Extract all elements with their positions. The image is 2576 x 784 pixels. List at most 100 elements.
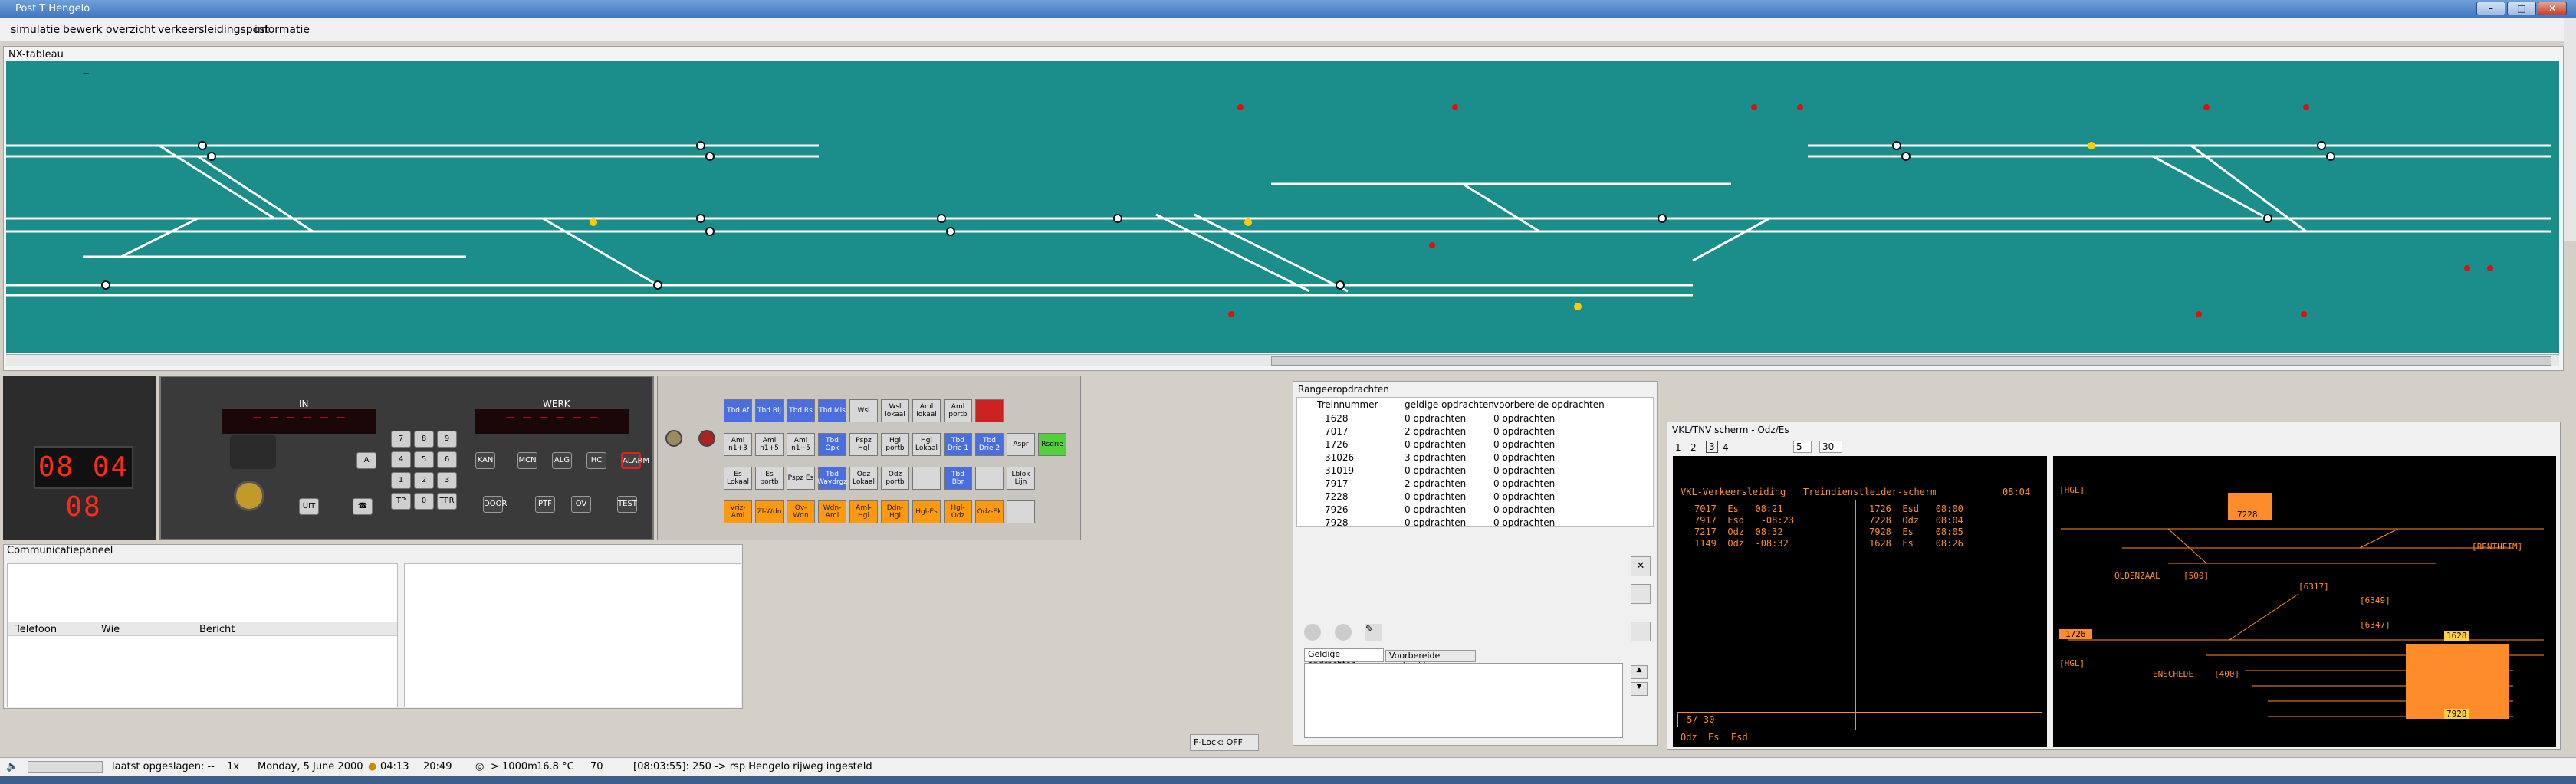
test-button[interactable]: TEST: [617, 496, 637, 513]
table-row[interactable]: 1726 0 opdrachten 0 opdrachten: [1297, 439, 1642, 452]
close-icon[interactable]: ✕: [1631, 556, 1651, 576]
command-button[interactable]: Aml-Hgl: [849, 500, 878, 523]
command-button[interactable]: Aml lokaal: [912, 399, 941, 422]
term-input[interactable]: +5/-30: [1677, 712, 2042, 727]
command-button[interactable]: Vriz-Aml: [724, 500, 752, 523]
up-arrow-icon[interactable]: ▲: [1631, 665, 1648, 679]
menu-verkeersleidingspost[interactable]: verkeersleidingspost: [158, 24, 269, 36]
track-diagram[interactable]: —: [6, 61, 2559, 353]
hc-button[interactable]: HC: [586, 452, 606, 469]
tnv-tab-4[interactable]: 4: [1723, 442, 1729, 453]
tab-voorbereide[interactable]: Voorbereide opdrachten: [1385, 650, 1476, 671]
command-button[interactable]: Aml n1+5: [755, 433, 784, 456]
tnv-tab-3[interactable]: 3: [1706, 441, 1718, 453]
key-2[interactable]: 2: [414, 472, 434, 489]
table-row[interactable]: 7926 0 opdrachten 0 opdrachten: [1297, 504, 1642, 517]
comm-message-list[interactable]: Telefoon Wie Bericht: [7, 563, 398, 707]
command-button[interactable]: Odz-Ek: [975, 500, 1004, 523]
speaker-icon[interactable]: 🔈: [6, 761, 18, 773]
edit-icon[interactable]: ✎: [1365, 624, 1382, 641]
command-button[interactable]: Hgl-Es: [912, 500, 941, 523]
command-button[interactable]: Zl-Wdn: [755, 500, 784, 523]
table-row[interactable]: 1628 0 opdrachten 0 opdrachten: [1297, 413, 1642, 426]
key-tpr[interactable]: TPR: [437, 493, 457, 510]
command-button[interactable]: Aml n1+5: [787, 433, 815, 456]
command-button[interactable]: Aspr: [1007, 433, 1035, 456]
command-button[interactable]: Ov-Wdn: [787, 500, 815, 523]
tnv-spin-2[interactable]: 30: [1819, 441, 1842, 453]
command-button[interactable]: Tbd Drie 2: [975, 433, 1004, 456]
menu-informatie[interactable]: informatie: [255, 24, 310, 36]
command-button[interactable]: [912, 467, 941, 490]
command-button[interactable]: Wsl lokaal: [881, 399, 909, 422]
key-5[interactable]: 5: [414, 451, 434, 468]
key-3[interactable]: 3: [437, 472, 457, 489]
command-button[interactable]: Tbd Rs: [787, 399, 815, 422]
key-7[interactable]: 7: [391, 431, 411, 448]
command-button[interactable]: Es Lokaal: [724, 467, 752, 490]
add-icon[interactable]: [1304, 624, 1321, 641]
handset-button[interactable]: ☎: [353, 498, 373, 515]
track-board[interactable]: —: [6, 61, 2559, 353]
down-arrow-icon[interactable]: ▼: [1631, 682, 1648, 696]
a-button[interactable]: A: [356, 452, 376, 469]
alarm-button[interactable]: ALARM: [621, 452, 649, 469]
command-button[interactable]: Aml portb: [944, 399, 972, 422]
key-tp[interactable]: TP: [391, 493, 411, 510]
key-9[interactable]: 9: [437, 431, 457, 448]
scrollbar-thumb[interactable]: [1271, 356, 2551, 366]
map-train-7928[interactable]: 7928: [2444, 709, 2469, 719]
command-button[interactable]: Ddn-Hgl: [881, 500, 909, 523]
tnv-tab-1[interactable]: 1: [1675, 442, 1681, 453]
table-row[interactable]: 7928 0 opdrachten 0 opdrachten: [1297, 517, 1642, 530]
board-horizontal-scrollbar[interactable]: [6, 354, 2559, 366]
menu-simulatie[interactable]: simulatie: [11, 24, 60, 36]
command-button[interactable]: Rsdrie: [1038, 433, 1066, 456]
map-train-1628[interactable]: 1628: [2444, 631, 2469, 641]
table-row[interactable]: 31019 0 opdrachten 0 opdrachten: [1297, 465, 1642, 478]
menu-bewerk[interactable]: bewerk: [63, 24, 102, 36]
tnv-map[interactable]: [HGL] [BENTHEIM] OLDENZAAL [500] [HGL] E…: [2053, 456, 2556, 747]
minimize-button[interactable]: –: [2476, 2, 2505, 15]
volume-knob[interactable]: [234, 481, 264, 511]
tnv-terminal[interactable]: VKL-Verkeersleiding Treindienstleider-sc…: [1673, 456, 2047, 747]
command-button[interactable]: Hgl portb: [881, 433, 909, 456]
tab-geldige[interactable]: Geldige opdrachten: [1304, 648, 1384, 669]
command-button[interactable]: Hgl-Odz: [944, 500, 972, 523]
command-button[interactable]: [975, 399, 1004, 422]
settings-icon[interactable]: [1631, 584, 1651, 604]
command-button[interactable]: Wdn-Aml: [818, 500, 846, 523]
ptf-button[interactable]: PTF: [535, 496, 555, 513]
command-button[interactable]: Wsl: [849, 399, 878, 422]
speed-text[interactable]: 1x: [227, 761, 239, 773]
command-button[interactable]: Tbd Bbr: [944, 467, 972, 490]
command-button[interactable]: Aml n1+3: [724, 433, 752, 456]
mcn-button[interactable]: MCN: [518, 452, 537, 469]
command-button[interactable]: Tbd Bij: [755, 399, 784, 422]
command-button[interactable]: Hgl Lokaal: [912, 433, 941, 456]
key-6[interactable]: 6: [437, 451, 457, 468]
key-1[interactable]: 1: [391, 472, 411, 489]
kan-button[interactable]: KAN: [475, 452, 495, 469]
person-icon[interactable]: [1631, 622, 1651, 641]
command-button[interactable]: Pspz Es: [787, 467, 815, 490]
command-button[interactable]: [975, 467, 1004, 490]
key-8[interactable]: 8: [414, 431, 434, 448]
command-button[interactable]: Tbd Wavdrgz: [817, 467, 847, 490]
door-button[interactable]: DOOR: [483, 496, 507, 513]
command-button[interactable]: Tbd Af: [724, 399, 752, 422]
table-row[interactable]: 31026 3 opdrachten 0 opdrachten: [1297, 452, 1642, 465]
command-button[interactable]: Odz portb: [881, 467, 909, 490]
close-button[interactable]: ✕: [2538, 2, 2567, 15]
menu-overzicht[interactable]: overzicht: [106, 24, 156, 36]
uit-button[interactable]: UIT: [299, 498, 319, 515]
tnv-spin-1[interactable]: 5: [1793, 441, 1812, 453]
alg-button[interactable]: ALG: [552, 452, 572, 469]
red-knob[interactable]: [698, 430, 715, 447]
ov-button[interactable]: OV: [571, 496, 591, 513]
vertical-scrollbar[interactable]: [2564, 18, 2576, 241]
command-button[interactable]: [1007, 500, 1035, 523]
maximize-button[interactable]: □: [2507, 2, 2536, 15]
tnv-tab-2[interactable]: 2: [1691, 442, 1697, 453]
key-4[interactable]: 4: [391, 451, 411, 468]
